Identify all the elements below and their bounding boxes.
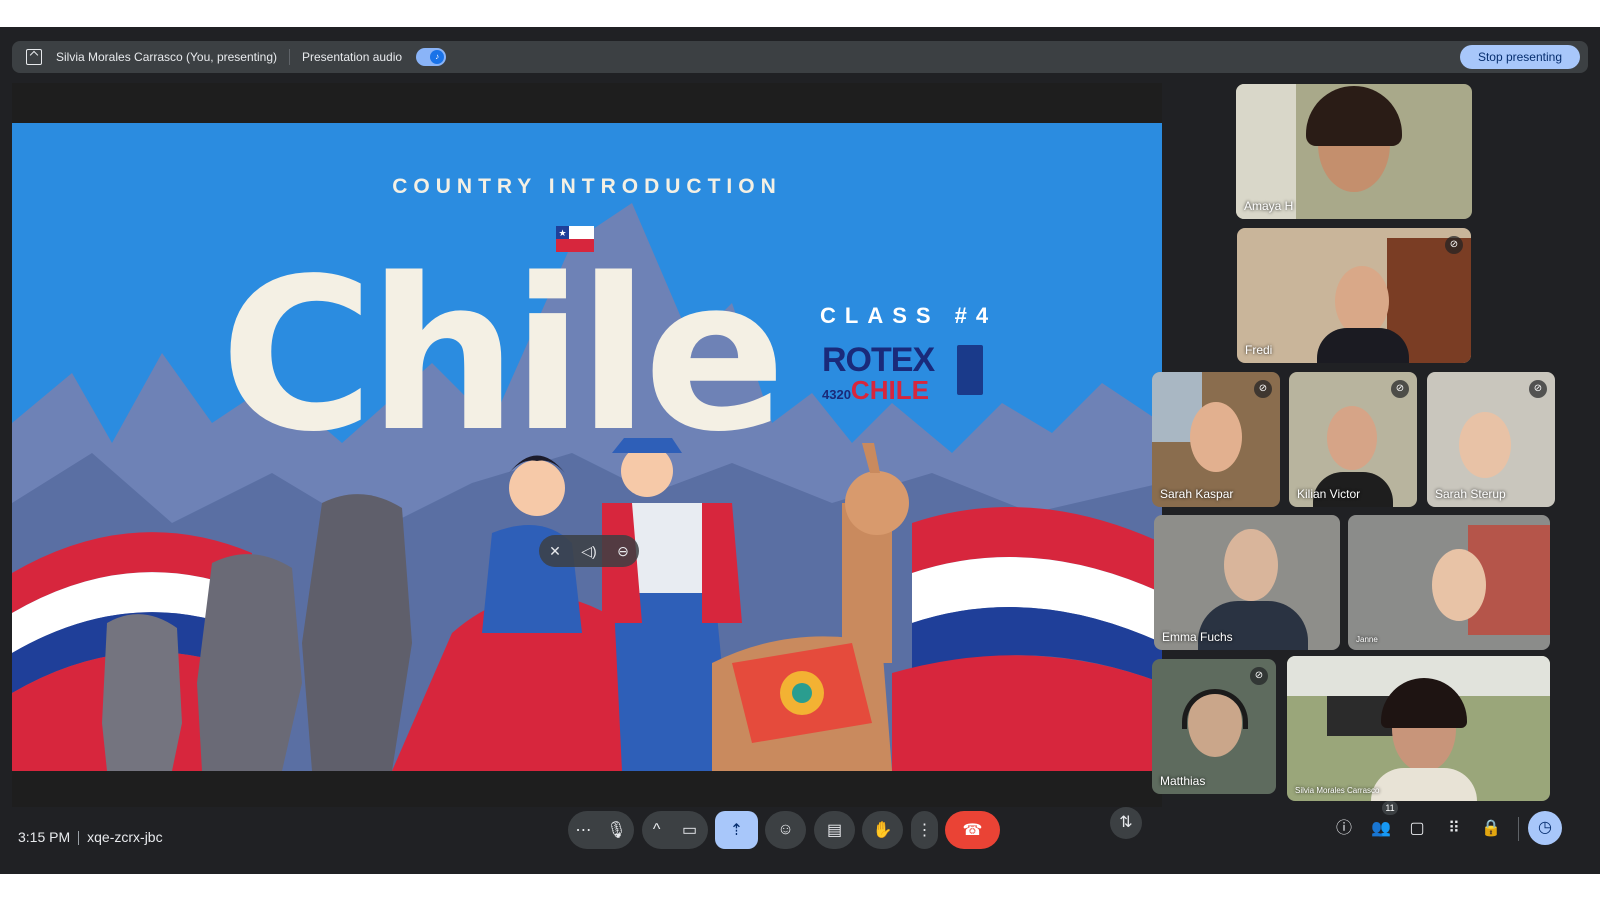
participant-name: Sarah Kaspar — [1160, 487, 1234, 501]
participant-name: Sarah Sterup — [1435, 487, 1506, 501]
participant-hair — [1306, 86, 1402, 146]
participant-face — [1432, 549, 1486, 621]
chevron-up-icon[interactable]: ^ — [653, 821, 661, 839]
media-controls: ✕ ◁) ⊖ — [539, 535, 639, 567]
raise-hand-button[interactable]: ✋ — [862, 811, 903, 849]
mic-off-icon: ⊘ — [1254, 380, 1272, 398]
participant-tile[interactable]: ⊘ Matthias — [1152, 659, 1276, 794]
mic-off-icon: ⊘ — [1391, 380, 1409, 398]
meeting-code[interactable]: xqe-zcrx-jbc — [87, 829, 162, 845]
participant-name: Silvia Morales Carrasco — [1295, 786, 1380, 795]
participant-shirt — [1317, 328, 1409, 363]
call-end-icon: ☎ — [962, 822, 983, 839]
rotex-logo: ROTEX 4320CHILE — [822, 341, 983, 405]
timer-icon[interactable]: ◷ — [1528, 811, 1562, 845]
logo-chile-text: CHILE — [850, 375, 929, 405]
meet-window: Silvia Morales Carrasco (You, presenting… — [0, 27, 1600, 874]
more-vert-icon: ⋮ — [916, 822, 933, 839]
participant-name: Janne — [1356, 635, 1378, 644]
volume-icon: ♪ — [430, 50, 445, 64]
participant-name: Kilian Victor — [1297, 487, 1361, 501]
presenter-label: Silvia Morales Carrasco (You, presenting… — [56, 50, 277, 64]
stop-presenting-button[interactable]: Stop presenting — [1459, 45, 1580, 69]
participant-tile[interactable]: ⊘ Sarah Sterup — [1427, 372, 1555, 507]
divider — [78, 831, 80, 846]
participant-name: Amaya H — [1244, 199, 1294, 213]
mic-icon[interactable]: 🎙 — [606, 820, 626, 840]
participant-tile[interactable]: Amaya H — [1236, 84, 1472, 219]
minimize-icon[interactable]: ⊖ — [617, 543, 629, 560]
participant-tile[interactable]: Janne — [1348, 515, 1550, 650]
presentation-audio-toggle[interactable]: ♪ — [416, 48, 447, 66]
host-controls-icon[interactable]: 🔒 — [1479, 817, 1503, 841]
slide-title: Chile — [220, 233, 786, 478]
control-bar: 3:15 PM xqe-zcrx-jbc ⋯ 🎙 ^ ▭ ⇡ ☺ ▤ ✋ ⋮ ☎ … — [0, 801, 1600, 874]
reactions-button[interactable]: ☺ — [765, 811, 806, 849]
mic-off-icon: ⊘ — [1250, 667, 1268, 685]
presentation-stage: COUNTRY INTRODUCTION ★ Chile CLASS #4 RO… — [12, 83, 1162, 839]
logo-number: 4320 — [822, 387, 851, 402]
rotary-emblem-icon — [957, 345, 983, 395]
participant-face — [1327, 406, 1377, 470]
apps-icon[interactable]: ⠿ — [1442, 817, 1466, 841]
more-options-button[interactable]: ⋮ — [911, 811, 938, 849]
headphones-icon — [1182, 689, 1248, 729]
participant-count-badge: 11 — [1382, 801, 1398, 815]
self-view-tile[interactable]: Silvia Morales Carrasco — [1287, 656, 1550, 801]
emoji-icon: ☺ — [777, 821, 794, 838]
participant-name: Matthias — [1160, 774, 1206, 788]
unpin-icon[interactable]: ✕ — [549, 543, 561, 560]
leave-call-button[interactable]: ☎ — [945, 811, 1000, 849]
participant-face — [1190, 402, 1242, 472]
presentation-slide: COUNTRY INTRODUCTION ★ Chile CLASS #4 RO… — [12, 123, 1162, 771]
participant-face — [1335, 266, 1389, 336]
people-icon[interactable]: 👥 — [1369, 817, 1393, 841]
participant-tile[interactable]: Emma Fuchs — [1154, 515, 1340, 650]
divider — [289, 49, 290, 65]
participant-tile[interactable]: ⊘ Kilian Victor — [1289, 372, 1417, 507]
raise-hand-icon: ✋ — [872, 822, 893, 839]
captions-icon: ▤ — [826, 822, 843, 839]
presenting-bar: Silvia Morales Carrasco (You, presenting… — [12, 41, 1588, 73]
captions-button[interactable]: ▤ — [814, 811, 855, 849]
logo-rotex-text: ROTEX — [822, 341, 935, 379]
video-control-group: ^ ▭ — [642, 811, 708, 849]
participant-tile[interactable]: ⊘ Sarah Kaspar — [1152, 372, 1280, 507]
present-button[interactable]: ⇡ — [715, 811, 758, 849]
divider — [1518, 817, 1519, 841]
clock-time: 3:15 PM — [18, 829, 71, 845]
participant-face — [1459, 412, 1511, 478]
more-horiz-icon[interactable]: ⋯ — [575, 820, 591, 840]
chat-icon[interactable]: ▢ — [1405, 817, 1429, 841]
volume-icon[interactable]: ◁) — [581, 543, 596, 560]
participant-tile[interactable]: ⊘ Fredi — [1237, 228, 1471, 363]
slide-heading: COUNTRY INTRODUCTION — [392, 175, 782, 198]
class-label: CLASS #4 — [820, 303, 998, 328]
participant-shirt — [1371, 768, 1477, 801]
participant-name: Emma Fuchs — [1162, 630, 1233, 644]
audio-control-group: ⋯ 🎙 — [568, 811, 634, 849]
participant-face — [1224, 529, 1278, 601]
mic-off-icon: ⊘ — [1529, 380, 1547, 398]
present-icon: ⇡ — [729, 822, 744, 839]
videocam-icon[interactable]: ▭ — [682, 820, 697, 840]
participant-name: Fredi — [1245, 343, 1273, 357]
mic-off-icon: ⊘ — [1445, 236, 1463, 254]
meeting-details: 3:15 PM xqe-zcrx-jbc — [18, 829, 163, 846]
info-icon[interactable]: ⓘ — [1332, 817, 1356, 841]
presentation-audio-label: Presentation audio — [302, 50, 403, 64]
present-to-all-icon — [26, 49, 42, 65]
